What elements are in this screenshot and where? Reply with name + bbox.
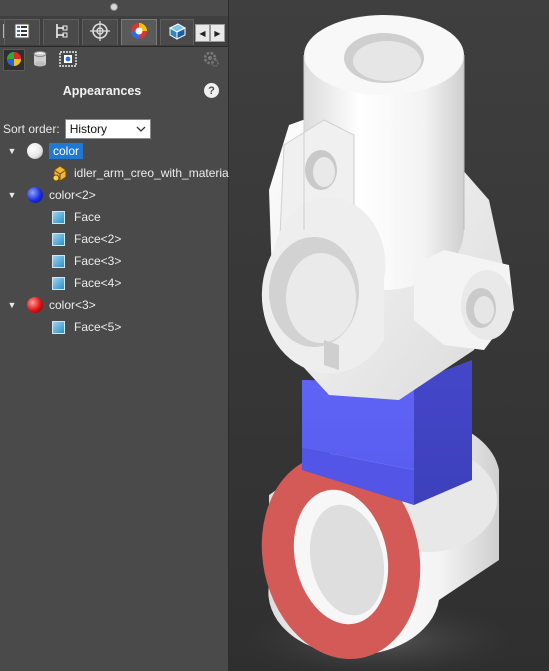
panel-top-grip[interactable] bbox=[0, 0, 228, 14]
tab-scroll-right-button[interactable]: ▶ bbox=[210, 24, 225, 42]
help-button[interactable]: ? bbox=[204, 83, 219, 98]
panel-header: Appearances ? bbox=[0, 80, 228, 104]
face-icon bbox=[52, 276, 65, 290]
tree-node-label: color bbox=[49, 143, 84, 159]
panel-tab-bar: ◀ ▶ bbox=[0, 16, 228, 47]
tree-node-label: color<3> bbox=[49, 298, 96, 312]
idler-arm-model[interactable] bbox=[229, 0, 549, 671]
chevron-down-icon bbox=[136, 122, 146, 136]
appearance-subtoolbar bbox=[0, 46, 228, 74]
panel-title: Appearances bbox=[62, 84, 142, 98]
property-tree-icon bbox=[13, 22, 31, 43]
tree-node-label: Face<2> bbox=[74, 232, 122, 246]
face-icon bbox=[52, 320, 65, 334]
sort-order-label: Sort order: bbox=[3, 122, 60, 136]
settings-button[interactable] bbox=[200, 49, 222, 71]
tree-node-material[interactable]: idler_arm_creo_with_material bbox=[50, 162, 231, 184]
gear-icon bbox=[202, 50, 220, 71]
configuration-tree-icon bbox=[52, 22, 70, 43]
tree-node-color-3[interactable]: color<3> bbox=[27, 294, 96, 316]
tree-node-face[interactable]: Face<2> bbox=[52, 228, 121, 250]
help-icon: ? bbox=[208, 84, 215, 97]
tree-expand-toggle[interactable]: ▼ bbox=[7, 146, 17, 156]
sort-order-select[interactable]: History bbox=[64, 119, 151, 139]
appearances-panel: ◀ ▶ Appearances ? Sort order: History ▼ … bbox=[0, 0, 231, 671]
white-color-ball-icon bbox=[27, 143, 43, 159]
database-icon bbox=[32, 50, 48, 71]
display-pane-icon bbox=[167, 21, 187, 44]
red-color-ball-icon bbox=[27, 297, 43, 313]
scene-view-button[interactable] bbox=[57, 49, 79, 71]
material-part-icon bbox=[50, 164, 68, 182]
tree-node-label: Face<4> bbox=[74, 276, 122, 290]
target-icon bbox=[90, 21, 110, 44]
tree-node-face[interactable]: Face<5> bbox=[52, 316, 121, 338]
tab-scroll-left-button[interactable]: ◀ bbox=[195, 24, 210, 42]
tree-node-color-2[interactable]: color<2> bbox=[27, 184, 96, 206]
tree-node-face[interactable]: Face<3> bbox=[52, 250, 121, 272]
tab-cam-manager[interactable] bbox=[160, 19, 194, 45]
tree-node-face[interactable]: Face bbox=[52, 206, 101, 228]
tree-node-label: color<2> bbox=[49, 188, 96, 202]
appearances-view-button[interactable] bbox=[3, 49, 25, 71]
tab-configuration-manager[interactable] bbox=[43, 19, 79, 45]
tree-expand-toggle[interactable]: ▼ bbox=[7, 190, 17, 200]
caret-down-icon: ▼ bbox=[7, 190, 17, 200]
scene-icon bbox=[58, 50, 78, 71]
tree-node-label: Face<3> bbox=[74, 254, 122, 268]
tab-dimxpert-manager[interactable] bbox=[82, 19, 118, 45]
graphics-viewport[interactable] bbox=[229, 0, 549, 671]
face-icon bbox=[52, 232, 65, 246]
caret-left-icon: ◀ bbox=[199, 28, 206, 38]
blue-color-ball-icon bbox=[27, 187, 43, 203]
face-icon bbox=[52, 254, 65, 268]
tree-node-color[interactable]: color bbox=[27, 140, 84, 162]
tree-node-label: Face bbox=[74, 210, 101, 224]
tab-scroll-arrows: ◀ ▶ bbox=[195, 24, 225, 42]
appearance-ball-icon bbox=[129, 21, 149, 44]
tree-expand-toggle[interactable]: ▼ bbox=[7, 300, 17, 310]
decals-view-button[interactable] bbox=[29, 49, 51, 71]
tab-property-manager[interactable] bbox=[4, 19, 40, 45]
tab-display-manager[interactable] bbox=[121, 19, 157, 45]
caret-down-icon: ▼ bbox=[7, 300, 17, 310]
color-wheel-icon bbox=[5, 50, 23, 71]
caret-right-icon: ▶ bbox=[214, 28, 221, 38]
sort-order-value: History bbox=[69, 122, 108, 136]
tree-node-label: Face<5> bbox=[74, 320, 122, 334]
tree-node-label: idler_arm_creo_with_material bbox=[74, 166, 232, 180]
face-icon bbox=[52, 210, 65, 224]
sort-order-row: Sort order: History bbox=[3, 118, 151, 140]
tree-node-face[interactable]: Face<4> bbox=[52, 272, 121, 294]
caret-down-icon: ▼ bbox=[7, 146, 17, 156]
